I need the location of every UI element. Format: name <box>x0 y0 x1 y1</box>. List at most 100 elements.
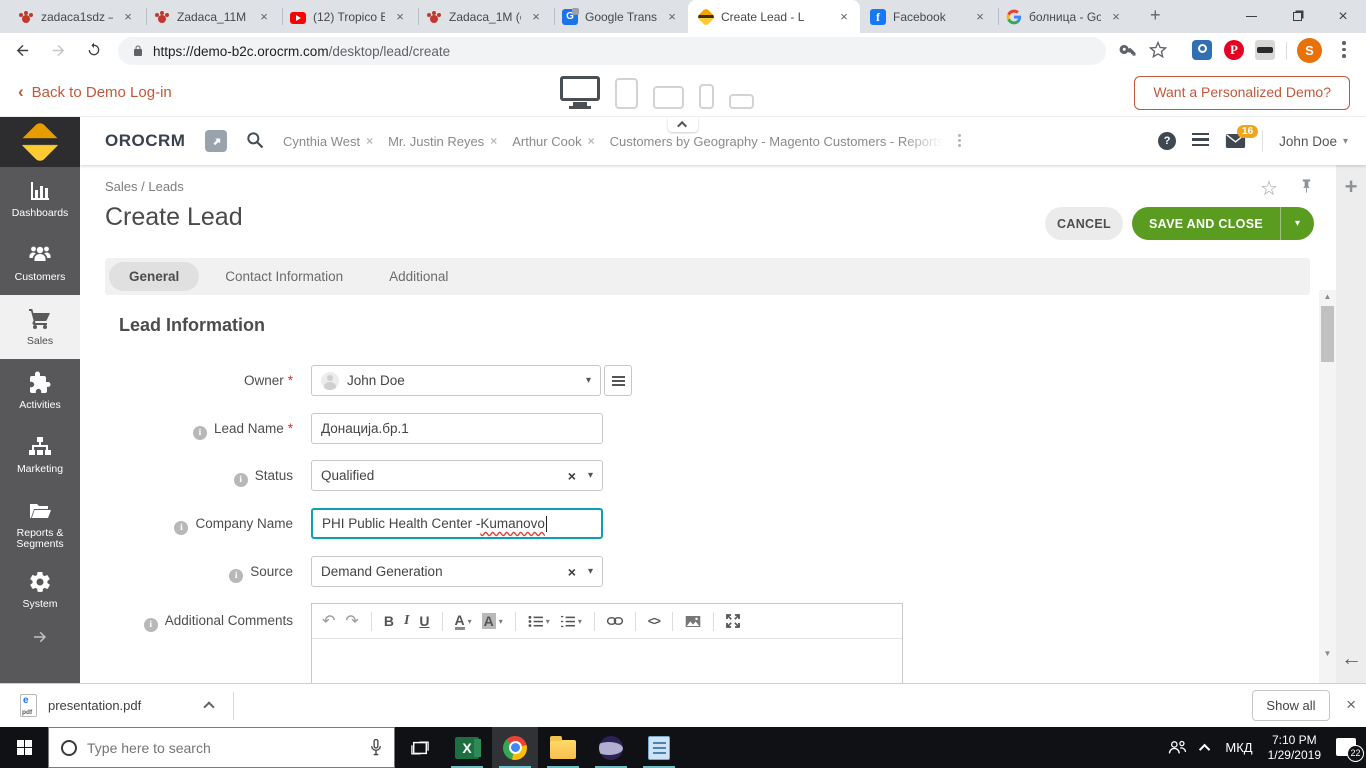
tab-close-icon[interactable]: × <box>972 9 988 25</box>
pinned-page[interactable]: Customers by Geography - Magento Custome… <box>610 133 943 149</box>
tab-close-icon[interactable]: × <box>664 9 680 25</box>
personalized-demo-button[interactable]: Want a Personalized Demo? <box>1134 76 1350 110</box>
download-options-chevron[interactable] <box>203 701 215 713</box>
browser-tab-5[interactable]: G Google Transl × <box>552 0 688 33</box>
bold-button[interactable]: B <box>384 613 394 629</box>
underline-button[interactable]: U <box>419 613 429 629</box>
downloaded-file-name[interactable]: presentation.pdf <box>48 698 141 713</box>
phone-landscape-icon[interactable] <box>729 94 754 109</box>
scroll-down-arrow[interactable]: ▼ <box>1319 647 1336 661</box>
browser-tab-8[interactable]: болница - Goo × <box>996 0 1132 33</box>
bullet-list-button[interactable]: ▾ <box>528 615 550 628</box>
owner-select[interactable]: John Doe ▾ <box>311 365 601 396</box>
password-key-icon[interactable] <box>1116 38 1140 62</box>
forward-button[interactable] <box>46 38 70 62</box>
sidebar-item-activities[interactable]: Activities <box>0 359 80 423</box>
sidebar-item-reports-segments[interactable]: Reports & Segments <box>0 487 80 561</box>
sidebar-toggle-button[interactable] <box>1192 132 1210 150</box>
bookmark-star-button[interactable] <box>1146 38 1170 62</box>
help-button[interactable]: ? <box>1158 132 1177 150</box>
language-indicator[interactable]: МКД <box>1225 740 1252 755</box>
pinned-page[interactable]: Cynthia West × <box>283 134 373 149</box>
clear-icon[interactable]: × <box>568 564 576 580</box>
pinned-close-icon[interactable]: × <box>366 134 373 148</box>
tab-general[interactable]: General <box>109 262 200 291</box>
tab-contact-information[interactable]: Contact Information <box>205 262 363 291</box>
desktop-device-icon[interactable] <box>560 76 600 109</box>
tab-close-icon[interactable]: × <box>392 9 408 25</box>
messages-button[interactable]: 16 <box>1225 125 1259 149</box>
redo-button[interactable]: ↷ <box>345 611 358 631</box>
background-color-button[interactable]: A ▾ <box>481 613 503 629</box>
microphone-icon[interactable] <box>370 739 382 756</box>
adblock-extension-icon[interactable] <box>1255 40 1275 60</box>
sidebar-item-system[interactable]: System <box>0 561 80 619</box>
breadcrumb[interactable]: Sales / Leads <box>105 179 184 194</box>
tablet-portrait-icon[interactable] <box>615 78 638 109</box>
pinned-page[interactable]: Arthur Cook × <box>512 134 594 149</box>
pinned-close-icon[interactable]: × <box>588 134 595 148</box>
save-dropdown-caret[interactable]: ▾ <box>1281 218 1314 229</box>
taskbar-app-explorer[interactable] <box>540 727 586 768</box>
browser-tab-3[interactable]: (12) Tropico Ba × <box>280 0 416 33</box>
sidebar-item-marketing[interactable]: Marketing <box>0 423 80 487</box>
cancel-button[interactable]: CANCEL <box>1045 207 1123 240</box>
taskbar-search[interactable] <box>48 727 395 768</box>
taskbar-app-chrome[interactable] <box>492 727 538 768</box>
tab-close-icon[interactable]: × <box>1108 9 1124 25</box>
tab-additional[interactable]: Additional <box>369 262 468 291</box>
undo-button[interactable]: ↶ <box>322 611 335 631</box>
source-select[interactable]: Demand Generation × ▾ <box>311 556 603 587</box>
start-button[interactable] <box>0 727 48 768</box>
tab-close-icon[interactable]: × <box>836 9 852 25</box>
taskbar-clock[interactable]: 7:10 PM 1/29/2019 <box>1268 733 1321 763</box>
url-text[interactable]: https://demo-b2c.orocrm.com/desktop/lead… <box>153 44 450 59</box>
task-view-button[interactable] <box>398 727 442 768</box>
sidebar-item-sales[interactable]: Sales <box>0 295 80 359</box>
fullscreen-button[interactable] <box>725 614 740 628</box>
pinned-close-icon[interactable]: × <box>490 134 497 148</box>
profile-avatar[interactable]: S <box>1297 38 1322 63</box>
action-center-button[interactable]: 22 <box>1336 736 1364 762</box>
scroll-up-arrow[interactable]: ▲ <box>1319 290 1336 304</box>
company-name-input[interactable]: PHI Public Health Center - Kumanovo <box>311 508 603 539</box>
italic-button[interactable]: I <box>404 613 409 629</box>
header-collapse-tab[interactable] <box>668 117 698 132</box>
tablet-landscape-icon[interactable] <box>653 86 684 109</box>
font-color-button[interactable]: A ▾ <box>454 613 472 630</box>
taskbar-search-input[interactable] <box>87 739 360 756</box>
tab-close-icon[interactable]: × <box>256 9 272 25</box>
user-menu[interactable]: John Doe ▾ <box>1279 134 1348 149</box>
browser-tab-active[interactable]: Create Lead - L × <box>688 0 860 33</box>
status-select[interactable]: Qualified × ▾ <box>311 460 603 491</box>
favorite-star-button[interactable]: ☆ <box>1260 176 1278 201</box>
pinned-page[interactable]: Mr. Justin Reyes × <box>388 134 497 149</box>
tray-overflow-chevron[interactable] <box>1199 743 1211 755</box>
sidebar-item-dashboards[interactable]: Dashboards <box>0 167 80 231</box>
insert-link-button[interactable] <box>606 616 623 626</box>
taskbar-app-notes[interactable] <box>636 727 682 768</box>
browser-tab-7[interactable]: f Facebook × <box>860 0 996 33</box>
sidebar-expand-arrow[interactable] <box>0 619 80 655</box>
share-button[interactable] <box>205 130 227 152</box>
save-and-close-button[interactable]: SAVE AND CLOSE ▾ <box>1132 207 1314 240</box>
close-shelf-button[interactable]: × <box>1346 695 1356 715</box>
address-bar[interactable]: https://demo-b2c.orocrm.com/desktop/lead… <box>118 37 1106 65</box>
window-close-button[interactable]: × <box>1320 0 1366 33</box>
sidebar-item-customers[interactable]: Customers <box>0 231 80 295</box>
side-panel-toggle-arrow[interactable]: ← <box>1341 647 1362 671</box>
lead-name-input[interactable] <box>311 413 603 444</box>
numbered-list-button[interactable]: ▾ <box>560 615 582 628</box>
clear-icon[interactable]: × <box>568 468 576 484</box>
owner-list-button[interactable] <box>604 365 632 396</box>
taskbar-app-excel[interactable]: X <box>444 727 490 768</box>
phone-portrait-icon[interactable] <box>699 84 714 109</box>
browser-menu-button[interactable] <box>1342 41 1346 61</box>
oro-logo[interactable] <box>0 117 80 167</box>
browser-tab-4[interactable]: Zadaca_1M (ec × <box>416 0 552 33</box>
reload-button[interactable] <box>82 38 106 62</box>
browser-tab-2[interactable]: Zadaca_11M (e × <box>144 0 280 33</box>
pin-page-button[interactable] <box>1299 178 1314 194</box>
tab-close-icon[interactable]: × <box>528 9 544 25</box>
insert-image-button[interactable] <box>685 615 701 628</box>
